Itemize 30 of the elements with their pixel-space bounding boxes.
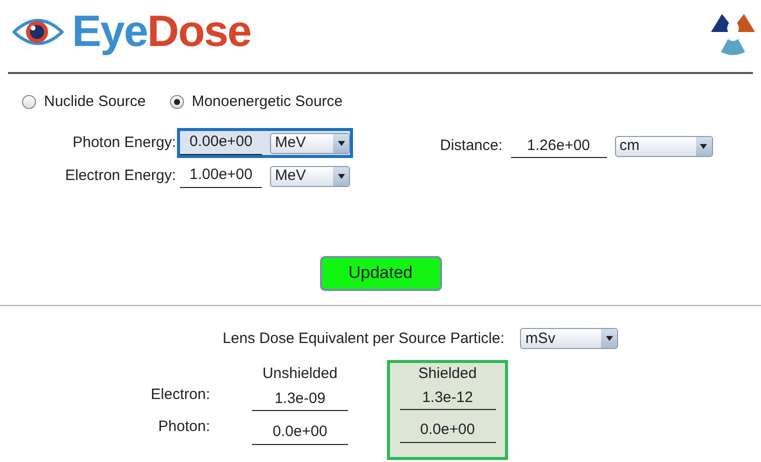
logo-text: EyeDose <box>72 10 251 54</box>
caret-icon <box>338 140 344 146</box>
focused-field-group[interactable]: 0.00e+00 MeV <box>180 131 350 155</box>
radio-label[interactable]: Nuclide Source <box>44 91 146 114</box>
radio-label[interactable]: Monoenergetic Source <box>192 91 343 114</box>
row-label: Electron: <box>150 385 211 405</box>
field-label: Photon Energy: <box>72 132 177 153</box>
dose-label: Lens Dose Equivalent per Source Particle: <box>222 328 504 348</box>
column-header: Shielded <box>418 364 477 384</box>
unit-dropdown[interactable]: MeV <box>270 132 350 154</box>
row-label: Photon: <box>157 417 211 437</box>
caret-icon <box>338 174 344 178</box>
result-value: 0.0e+00 <box>400 419 496 442</box>
unit-dropdown[interactable]: mSv <box>520 328 618 350</box>
radio-button[interactable] <box>22 95 36 110</box>
result-value: 1.3e-12 <box>400 386 496 410</box>
column-header: Unshielded <box>262 364 338 384</box>
result-value: 1.3e-09 <box>252 388 348 411</box>
result-value: 0.0e+00 <box>252 421 348 444</box>
energy-input[interactable]: 0.00e+00 <box>180 131 262 155</box>
unit-dropdown[interactable]: MeV <box>270 166 350 186</box>
field-label: Distance: <box>440 136 503 156</box>
caret-icon <box>700 144 708 149</box>
distance-input[interactable]: 1.26e+00 <box>510 134 607 158</box>
energy-input[interactable]: 1.00e+00 <box>180 164 262 188</box>
radio-button[interactable] <box>170 95 184 110</box>
unit-dropdown[interactable]: cm <box>614 136 713 157</box>
caret-icon <box>606 336 613 342</box>
field-label: Electron Energy: <box>64 166 177 186</box>
updated-button[interactable]: Updated <box>320 256 442 290</box>
